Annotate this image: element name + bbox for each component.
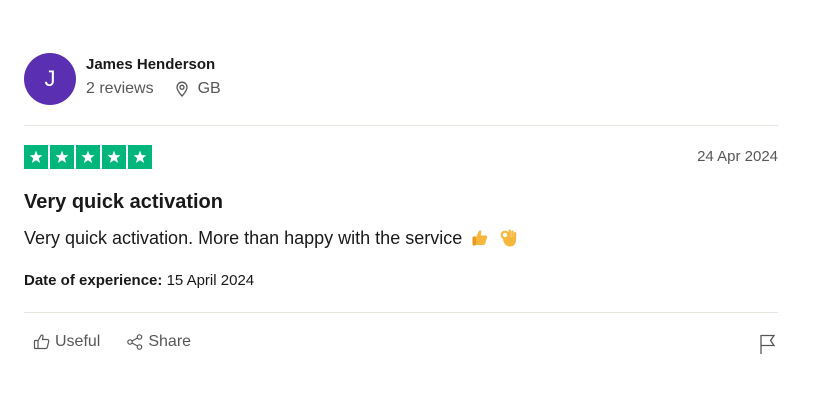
- star-icon: [24, 145, 48, 169]
- thumbs-up-icon: [470, 228, 490, 248]
- location-pin-icon: [174, 81, 190, 97]
- thumbs-up-outline-icon: [33, 333, 55, 351]
- review-title[interactable]: Very quick activation: [24, 190, 223, 214]
- actions-divider: [24, 312, 778, 313]
- reviews-count: 2 reviews: [86, 80, 154, 97]
- reviewer-info: James Henderson 2 reviews GB: [86, 56, 221, 98]
- ok-hand-icon: [498, 228, 518, 248]
- reviewer-meta: 2 reviews GB: [86, 80, 221, 98]
- flag-icon[interactable]: [758, 333, 778, 355]
- avatar[interactable]: J: [24, 53, 76, 105]
- review-card: J James Henderson 2 reviews GB 24 Apr 20…: [24, 0, 778, 412]
- star-icon: [128, 145, 152, 169]
- header-divider: [24, 125, 778, 126]
- share-button[interactable]: Share: [126, 333, 191, 351]
- star-rating: [24, 145, 152, 169]
- avatar-initial: J: [44, 66, 56, 91]
- experience-label: Date of experience:: [24, 272, 163, 289]
- reviewer-header[interactable]: J James Henderson 2 reviews GB: [24, 53, 221, 105]
- share-label: Share: [148, 333, 192, 350]
- review-date: 24 Apr 2024: [697, 148, 778, 165]
- useful-button[interactable]: Useful: [33, 333, 100, 351]
- star-icon: [102, 145, 126, 169]
- review-body-text: Very quick activation. More than happy w…: [24, 228, 463, 248]
- useful-label: Useful: [55, 333, 101, 350]
- reviewer-country: GB: [197, 80, 221, 97]
- review-body: Very quick activation. More than happy w…: [24, 227, 518, 249]
- star-icon: [76, 145, 100, 169]
- share-icon: [126, 333, 148, 351]
- star-icon: [50, 145, 74, 169]
- review-actions: Useful Share: [33, 333, 217, 351]
- date-of-experience: Date of experience: 15 April 2024: [24, 272, 254, 290]
- experience-date: 15 April 2024: [166, 272, 255, 289]
- reviewer-name[interactable]: James Henderson: [86, 56, 221, 74]
